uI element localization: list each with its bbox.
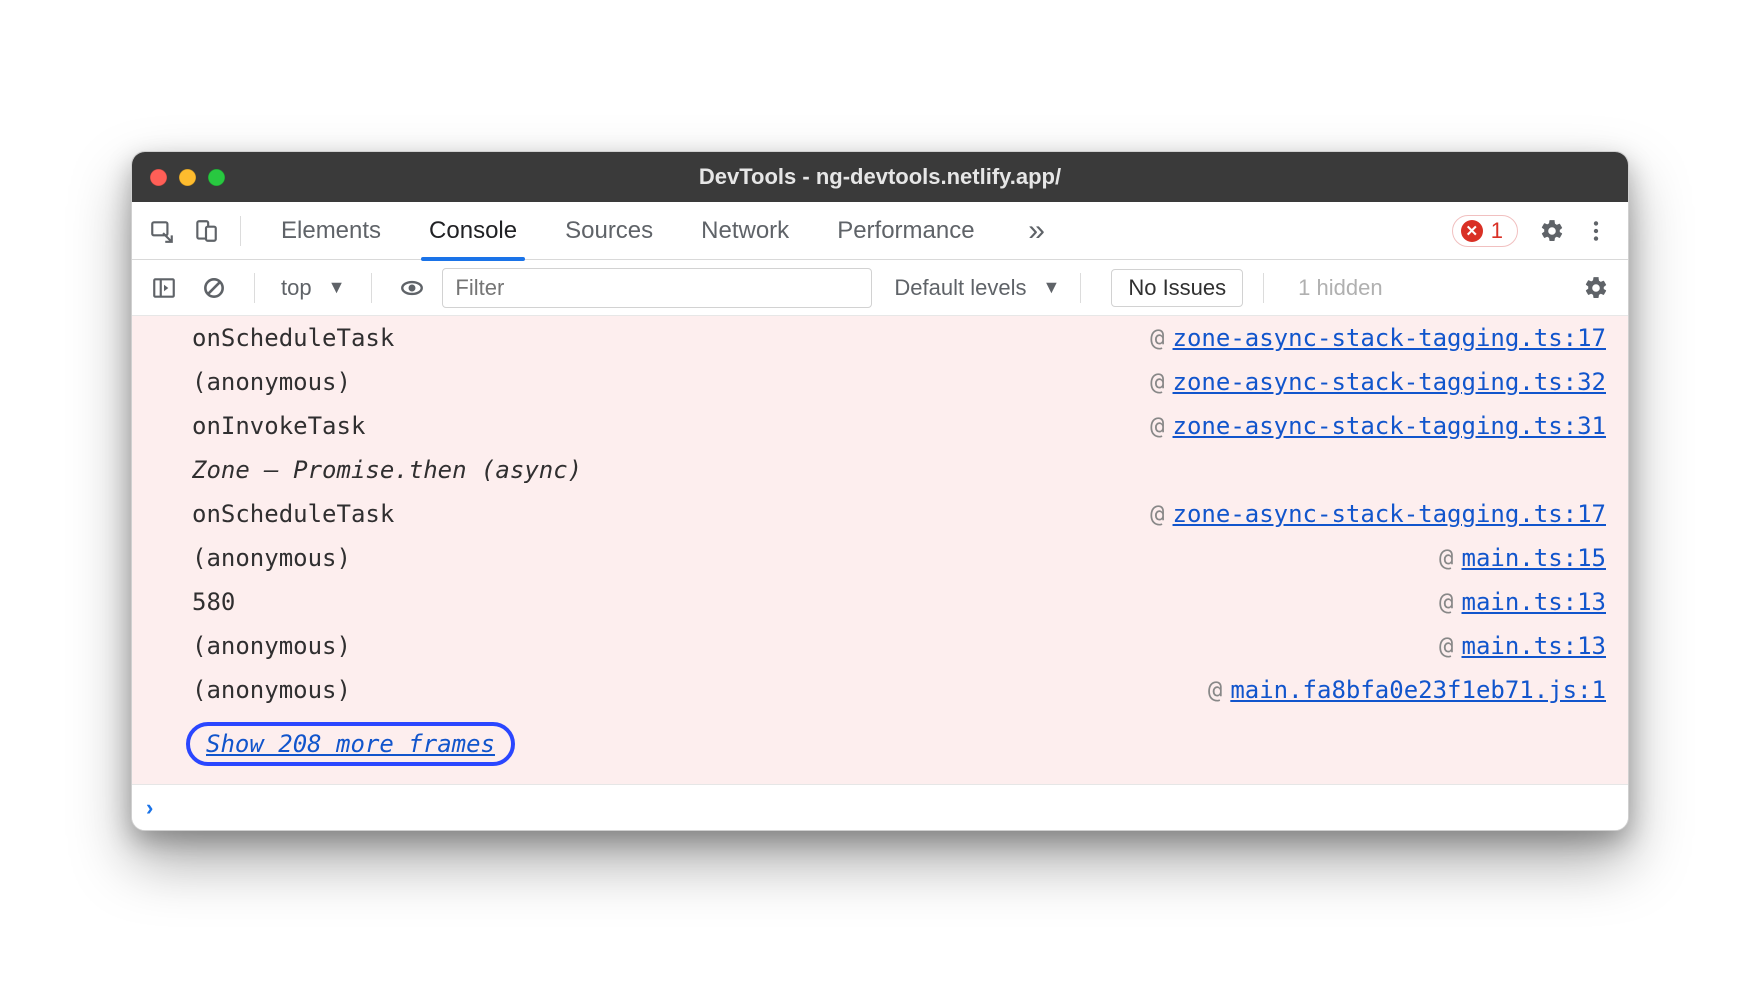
tab-list: Elements Console Sources Network Perform…	[279, 202, 977, 260]
stack-function: Zone — Promise.then (async)	[192, 456, 1606, 484]
context-label: top	[281, 275, 312, 301]
tab-label: Performance	[837, 217, 974, 245]
separator	[1080, 273, 1081, 303]
source-link[interactable]: zone-async-stack-tagging.ts:32	[1173, 368, 1606, 396]
stack-source: @ main.fa8bfa0e23f1eb71.js:1	[1208, 676, 1606, 704]
stack-source: @ zone-async-stack-tagging.ts:32	[1150, 368, 1606, 396]
source-link[interactable]: main.ts:13	[1462, 588, 1607, 616]
at-symbol: @	[1150, 324, 1164, 352]
source-link[interactable]: zone-async-stack-tagging.ts:31	[1173, 412, 1606, 440]
separator	[1263, 273, 1264, 303]
at-symbol: @	[1439, 632, 1453, 660]
error-icon: ✕	[1461, 220, 1483, 242]
stack-function: (anonymous)	[192, 676, 1208, 704]
separator	[371, 273, 372, 303]
error-count: 1	[1491, 218, 1503, 244]
stack-frame: Zone — Promise.then (async)	[132, 448, 1628, 492]
filter-input[interactable]	[442, 268, 872, 308]
at-symbol: @	[1208, 676, 1222, 704]
prompt-chevron-icon: ›	[146, 795, 153, 821]
levels-label: Default levels	[894, 275, 1026, 301]
stack-frame: (anonymous)@ main.fa8bfa0e23f1eb71.js:1	[132, 668, 1628, 712]
stack-frame: (anonymous)@ main.ts:13	[132, 624, 1628, 668]
stack-source: @ main.ts:13	[1439, 588, 1606, 616]
source-link[interactable]: zone-async-stack-tagging.ts:17	[1173, 324, 1606, 352]
stack-source: @ zone-async-stack-tagging.ts:17	[1150, 324, 1606, 352]
stack-frame: onScheduleTask@ zone-async-stack-tagging.…	[132, 316, 1628, 360]
hidden-count-label: 1 hidden	[1298, 275, 1382, 301]
at-symbol: @	[1439, 588, 1453, 616]
error-count-pill[interactable]: ✕ 1	[1452, 215, 1518, 247]
tab-console[interactable]: Console	[427, 202, 519, 260]
issues-button[interactable]: No Issues	[1111, 269, 1243, 307]
tab-sources[interactable]: Sources	[563, 202, 655, 260]
stack-source: @ main.ts:13	[1439, 632, 1606, 660]
live-expression-icon[interactable]	[392, 268, 432, 308]
sidebar-toggle-icon[interactable]	[144, 268, 184, 308]
stack-function: onScheduleTask	[192, 500, 1150, 528]
stack-function: 580	[192, 588, 1439, 616]
at-symbol: @	[1439, 544, 1453, 572]
chevron-down-icon: ▼	[1043, 277, 1061, 298]
tabs-bar: Elements Console Sources Network Perform…	[132, 202, 1628, 260]
stack-frame: (anonymous)@ main.ts:15	[132, 536, 1628, 580]
chevron-down-icon: ▼	[328, 277, 346, 298]
context-selector[interactable]: top ▼	[275, 275, 351, 301]
log-levels-selector[interactable]: Default levels ▼	[894, 275, 1060, 301]
console-prompt[interactable]: ›	[132, 784, 1628, 830]
devtools-window: DevTools - ng-devtools.netlify.app/ Elem…	[131, 151, 1629, 831]
console-toolbar: top ▼ Default levels ▼ No Issues 1 hidde…	[132, 260, 1628, 316]
stack-source: @ zone-async-stack-tagging.ts:17	[1150, 500, 1606, 528]
source-link[interactable]: main.ts:13	[1462, 632, 1607, 660]
show-more-frames-pill: Show 208 more frames	[186, 722, 515, 766]
stack-source: @ main.ts:15	[1439, 544, 1606, 572]
titlebar: DevTools - ng-devtools.netlify.app/	[132, 152, 1628, 202]
separator	[254, 273, 255, 303]
tab-label: Network	[701, 217, 789, 245]
stack-function: onInvokeTask	[192, 412, 1150, 440]
source-link[interactable]: main.ts:15	[1462, 544, 1607, 572]
at-symbol: @	[1150, 412, 1164, 440]
stack-frame: onScheduleTask@ zone-async-stack-tagging.…	[132, 492, 1628, 536]
clear-console-icon[interactable]	[194, 268, 234, 308]
inspect-element-icon[interactable]	[142, 211, 182, 251]
source-link[interactable]: main.fa8bfa0e23f1eb71.js:1	[1230, 676, 1606, 704]
show-more-frames: Show 208 more frames	[132, 712, 1628, 784]
stack-source: @ zone-async-stack-tagging.ts:31	[1150, 412, 1606, 440]
console-settings-icon[interactable]	[1576, 268, 1616, 308]
separator	[240, 216, 241, 246]
tab-performance[interactable]: Performance	[835, 202, 976, 260]
stack-frame: (anonymous)@ zone-async-stack-tagging.ts:…	[132, 360, 1628, 404]
more-icon[interactable]	[1576, 211, 1616, 251]
show-more-frames-link[interactable]: Show 208 more frames	[206, 730, 495, 758]
stack-frame: onInvokeTask@ zone-async-stack-tagging.ts…	[132, 404, 1628, 448]
stack-function: (anonymous)	[192, 368, 1150, 396]
source-link[interactable]: zone-async-stack-tagging.ts:17	[1173, 500, 1606, 528]
stack-function: (anonymous)	[192, 632, 1439, 660]
tab-label: Console	[429, 217, 517, 245]
tab-elements[interactable]: Elements	[279, 202, 383, 260]
at-symbol: @	[1150, 500, 1164, 528]
stack-function: onScheduleTask	[192, 324, 1150, 352]
tab-label: Sources	[565, 217, 653, 245]
device-toolbar-icon[interactable]	[186, 211, 226, 251]
tabs-overflow-icon[interactable]: »	[1017, 214, 1057, 248]
tab-label: Elements	[281, 217, 381, 245]
tab-network[interactable]: Network	[699, 202, 791, 260]
stack-function: (anonymous)	[192, 544, 1439, 572]
settings-icon[interactable]	[1532, 211, 1572, 251]
at-symbol: @	[1150, 368, 1164, 396]
console-output: onScheduleTask@zone-async-stack-tagging.…	[132, 316, 1628, 784]
window-title: DevTools - ng-devtools.netlify.app/	[132, 164, 1628, 190]
stack-frame: 580@ main.ts:13	[132, 580, 1628, 624]
